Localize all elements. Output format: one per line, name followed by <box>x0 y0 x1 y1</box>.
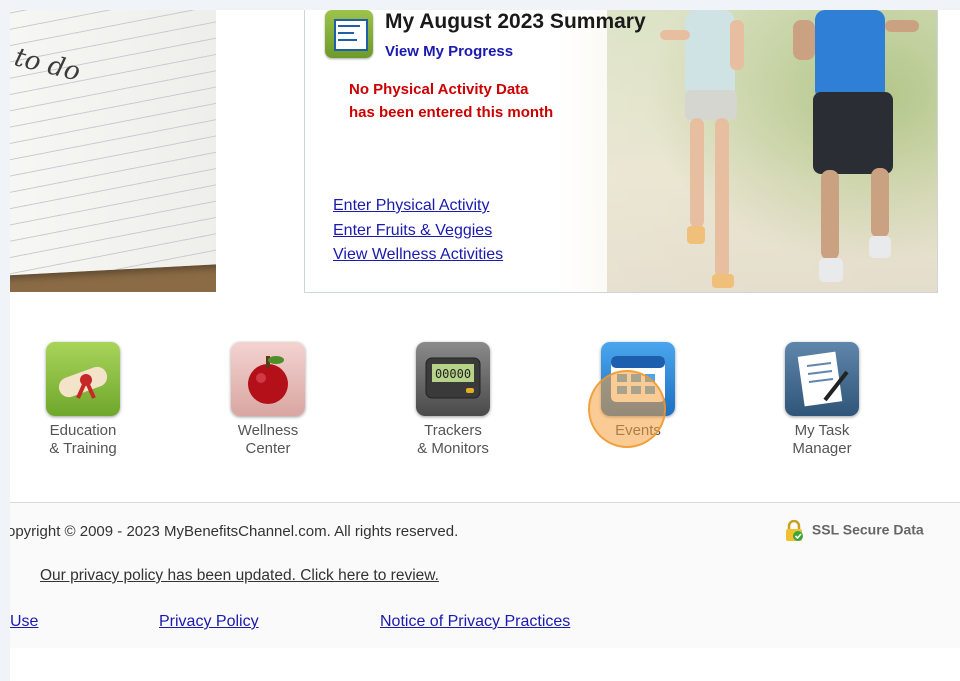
copyright-text: opyright © 2009 - 2023 MyBenefitsChannel… <box>10 523 459 540</box>
summary-title: My August 2023 Summary <box>385 10 646 33</box>
privacy-update-link[interactable]: Our privacy policy has been updated. Cli… <box>40 567 439 585</box>
tile-label-line-2: & Training <box>49 440 117 457</box>
task-list-icon <box>785 342 859 416</box>
tile-label-line-1: Education <box>49 422 117 439</box>
runner-man-image <box>793 10 919 282</box>
view-progress-link[interactable]: View My Progress <box>385 43 513 60</box>
tile-label-line-1: Wellness <box>237 422 299 439</box>
no-data-line-2: has been entered this month <box>349 104 554 121</box>
lock-icon <box>786 520 803 541</box>
privacy-policy-link[interactable]: Privacy Policy <box>159 613 259 631</box>
tile-label-line-2: & Monitors <box>417 440 489 457</box>
tile-education-training[interactable]: Education & Training <box>10 342 158 458</box>
enter-physical-activity-link[interactable]: Enter Physical Activity <box>333 194 503 219</box>
no-activity-message: No Physical Activity Data has been enter… <box>349 78 553 124</box>
tile-my-task-manager[interactable]: My Task Manager <box>747 342 897 458</box>
notice-of-privacy-practices-link[interactable]: Notice of Privacy Practices <box>380 613 570 631</box>
tile-label-line-1: Trackers <box>424 422 482 439</box>
terms-of-use-link[interactable]: Use <box>10 613 38 631</box>
runner-woman-image <box>660 10 744 288</box>
tile-trackers-monitors[interactable]: 00000 Trackers & Monitors <box>378 342 528 458</box>
no-data-line-1: No Physical Activity Data <box>349 81 529 98</box>
apple-icon <box>231 342 305 416</box>
svg-text:00000: 00000 <box>435 367 471 381</box>
tile-label-line-1: My Task <box>794 422 850 439</box>
progress-chart-icon <box>325 10 373 58</box>
ssl-label: SSL Secure Data <box>811 521 924 538</box>
tile-wellness-center[interactable]: Wellness Center <box>193 342 343 458</box>
page-frame: to do My August 2023 Summary View My Pro… <box>10 10 960 681</box>
activity-links: Enter Physical Activity Enter Fruits & V… <box>333 194 503 268</box>
diploma-icon <box>46 342 120 416</box>
page-footer: opyright © 2009 - 2023 MyBenefitsChannel… <box>10 502 960 648</box>
monthly-summary-panel: My August 2023 Summary View My Progress … <box>304 10 938 293</box>
ssl-badge: SSL Secure Data <box>783 520 924 542</box>
todo-notebook-image: to do <box>10 10 216 292</box>
enter-fruits-veggies-link[interactable]: Enter Fruits & Veggies <box>333 219 503 244</box>
tile-label-line-2: Manager <box>792 440 852 457</box>
click-indicator <box>588 370 666 448</box>
pedometer-icon: 00000 <box>416 342 490 416</box>
view-wellness-activities-link[interactable]: View Wellness Activities <box>333 243 503 268</box>
tile-label-line-2: Center <box>245 440 291 457</box>
